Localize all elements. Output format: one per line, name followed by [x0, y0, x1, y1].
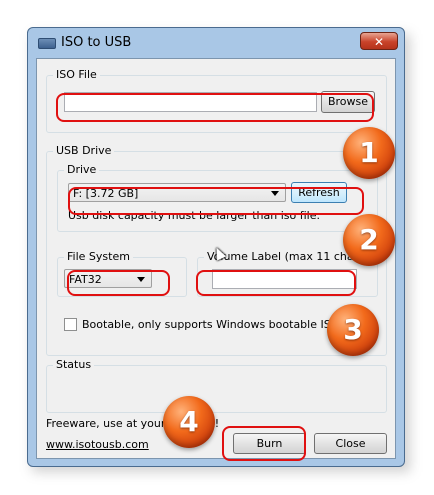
- annotation-highlight-iso: [56, 93, 374, 122]
- bootable-checkbox[interactable]: [64, 318, 77, 331]
- annotation-highlight-drive: [68, 187, 364, 215]
- step-badge-2: 2: [343, 214, 395, 266]
- close-button[interactable]: Close: [314, 433, 387, 454]
- usb-drive-group-label: USB Drive: [53, 144, 115, 157]
- annotation-highlight-volume: [196, 270, 356, 296]
- status-group-label: Status: [53, 358, 95, 371]
- window-title: ISO to USB: [61, 35, 132, 50]
- app-icon: [38, 38, 56, 49]
- annotation-highlight-burn: [222, 426, 306, 461]
- status-group: Status: [46, 358, 387, 413]
- drive-subgroup-label: Drive: [64, 163, 100, 176]
- step-badge-3: 3: [327, 304, 379, 356]
- window-close-button[interactable]: ✕: [360, 32, 398, 50]
- annotation-highlight-filesystem: [67, 270, 170, 296]
- step-badge-1: 1: [343, 127, 395, 179]
- file-system-label: File System: [64, 250, 133, 263]
- website-link[interactable]: www.isotousb.com: [46, 438, 149, 451]
- title-bar[interactable]: ISO to USB ✕: [28, 28, 404, 58]
- step-badge-4: 4: [163, 396, 215, 448]
- iso-file-group-label: ISO File: [53, 68, 100, 81]
